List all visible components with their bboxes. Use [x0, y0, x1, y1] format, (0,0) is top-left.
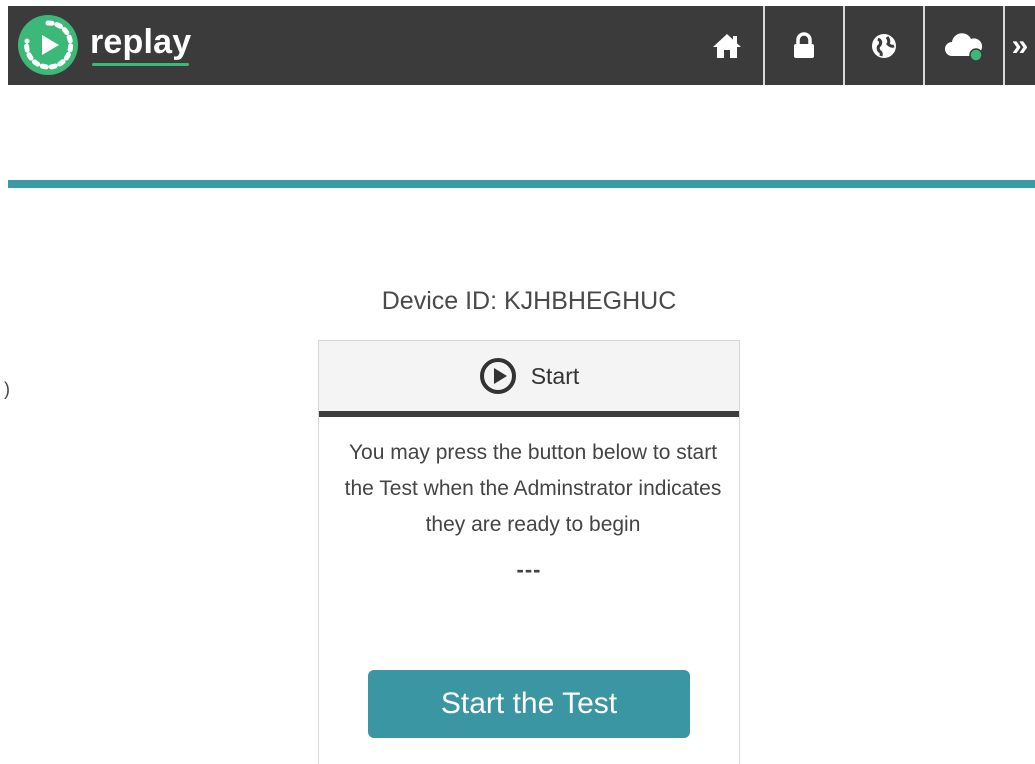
- instruction-message: You may press the button below to start …: [344, 441, 722, 536]
- card-header-title: Start: [530, 362, 580, 389]
- lock-icon: [794, 31, 814, 58]
- cloud-status-button[interactable]: [923, 6, 1003, 85]
- nav-icon-group: »: [691, 6, 1035, 85]
- replay-logo-icon: [18, 15, 78, 75]
- start-test-button[interactable]: Start the Test: [368, 670, 690, 738]
- device-id-label: Device ID: KJHBHEGHUC: [381, 287, 677, 315]
- globe-icon: [872, 33, 896, 58]
- lock-button[interactable]: [763, 6, 843, 85]
- brand-name: replay: [90, 22, 192, 66]
- play-circle-icon: [479, 358, 516, 394]
- page: replay ») Device ID: KJHBHEGHUC Start Y…: [0, 0, 1035, 764]
- card-header: Start: [319, 341, 739, 417]
- side-mark: ): [4, 379, 10, 399]
- header-divider: [8, 180, 1035, 188]
- globe-button[interactable]: [843, 6, 923, 85]
- status-placeholder: ---: [516, 557, 542, 582]
- more-button[interactable]: »: [1003, 6, 1035, 85]
- brand[interactable]: replay: [16, 11, 191, 79]
- home-icon: [713, 33, 741, 58]
- card-body: You may press the button below to start …: [319, 417, 739, 583]
- home-button[interactable]: [691, 6, 763, 85]
- start-card: Start You may press the button below to …: [318, 340, 740, 764]
- cloud-status-icon: [945, 32, 983, 62]
- top-navbar: replay »: [8, 6, 1035, 85]
